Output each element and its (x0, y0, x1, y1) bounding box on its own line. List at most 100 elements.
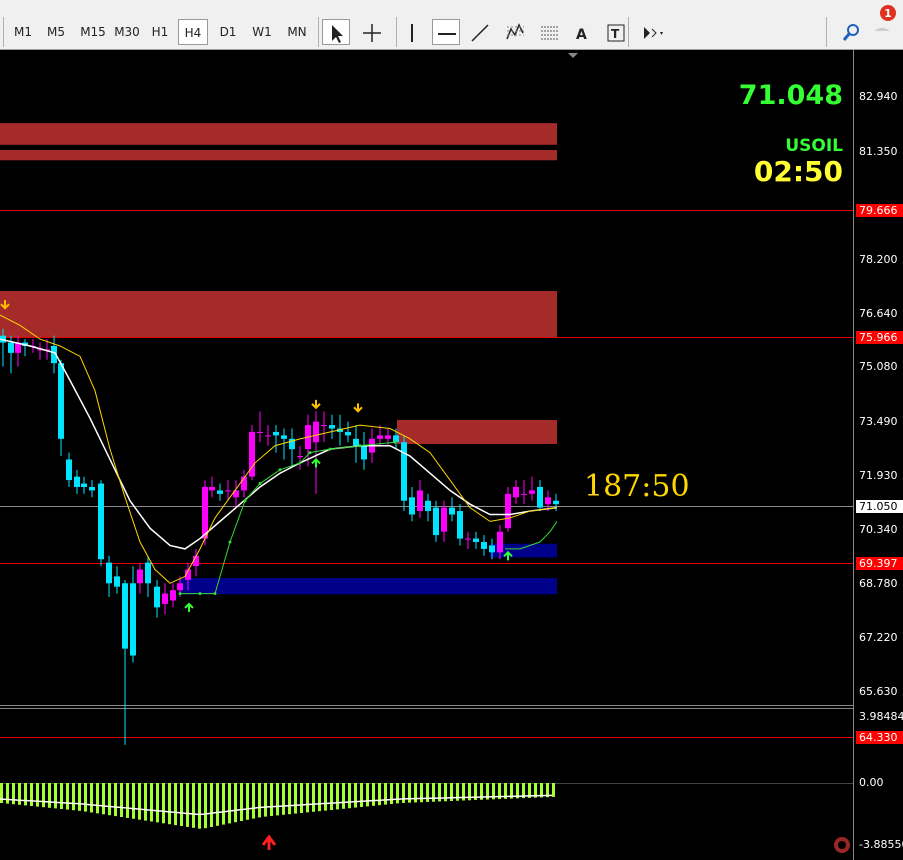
candle-body (433, 507, 439, 536)
histogram-bar (282, 783, 285, 815)
histogram-bar (372, 783, 375, 806)
histogram-bar (294, 783, 297, 814)
candle-body (145, 562, 151, 584)
level-price-tag: 69.397 (856, 557, 903, 570)
candle-body (505, 493, 511, 529)
histogram-bar (12, 783, 15, 805)
toolbar-separator (3, 17, 4, 47)
timeframe-w1-button[interactable]: W1 (248, 19, 276, 45)
candle-body (74, 476, 80, 487)
oscillator-axis-label: 0.00 (859, 776, 884, 789)
candle-body (537, 486, 543, 508)
candle-body (137, 569, 143, 584)
candle-body (361, 445, 367, 460)
histogram-bar (180, 783, 183, 826)
histogram-bar (186, 783, 189, 827)
histogram-bar (246, 783, 249, 820)
trendline-icon[interactable] (466, 19, 494, 45)
histogram-bar (312, 783, 315, 812)
candle-body (553, 500, 559, 505)
histogram-bar (390, 783, 393, 804)
candle-body (217, 490, 223, 494)
level-price-tag: 75.966 (856, 331, 903, 344)
timeframe-h1-button[interactable]: H1 (146, 19, 174, 45)
horizontal-line-icon[interactable] (432, 19, 460, 45)
candle-body (425, 500, 431, 512)
histogram-bar (264, 783, 267, 817)
timeframe-m30-button[interactable]: M30 (111, 19, 143, 45)
histogram-bar (156, 783, 159, 823)
candle-body (297, 456, 303, 458)
text-label-icon[interactable]: T (602, 19, 630, 45)
price-axis-label: 70.340 (859, 523, 898, 537)
resistance-zone (0, 123, 557, 145)
histogram-bar (114, 783, 117, 817)
trailing-stop-dot (298, 461, 302, 465)
toolbar-separator (826, 17, 827, 47)
histogram-bar (48, 783, 51, 808)
histogram-bar (252, 783, 255, 819)
candle-body (313, 421, 319, 443)
candle-body (441, 507, 447, 532)
search-icon[interactable] (838, 19, 866, 45)
histogram-bar (318, 783, 321, 812)
candle-body (353, 438, 359, 446)
candle-body (321, 425, 327, 427)
candle-body (98, 483, 104, 560)
histogram-bar (354, 783, 357, 808)
cursor-icon[interactable] (322, 19, 350, 45)
histogram-bar (6, 783, 9, 804)
candle-body (89, 486, 95, 491)
candle-body (457, 511, 463, 539)
trailing-stop-dot (228, 540, 232, 544)
oscillator-axis-label: 3.98484 (859, 710, 903, 723)
text-icon[interactable]: A (568, 19, 596, 45)
candle (249, 425, 255, 481)
timeframe-d1-button[interactable]: D1 (214, 19, 242, 45)
candle (401, 435, 407, 512)
candle-body (385, 435, 391, 439)
histogram-bar (228, 783, 231, 824)
notifications-icon[interactable]: 1 (870, 5, 898, 45)
histogram-bar (42, 783, 45, 808)
trailing-stop-dot (278, 468, 282, 472)
histogram-bar (240, 783, 243, 821)
svg-text:T: T (611, 27, 620, 41)
histogram-bar (330, 783, 333, 810)
elliott-icon[interactable] (502, 19, 530, 45)
price-axis-label: 81.350 (859, 144, 898, 158)
histogram-bar (276, 783, 279, 816)
histogram-bar (54, 783, 57, 809)
timeframe-h4-button[interactable]: H4 (178, 19, 208, 45)
candle-body (281, 435, 287, 439)
candle-body (66, 459, 72, 481)
toolbar: M1 M5 M15 M30 H1 H4 D1 W1 MN A T 1 (0, 0, 903, 50)
price-axis-label: 68.780 (859, 576, 898, 590)
resistance-zone (397, 419, 557, 444)
candle-body (257, 431, 263, 433)
candle-body (529, 490, 535, 494)
trailing-stop-dot (213, 592, 217, 596)
price-axis-label: 76.640 (859, 306, 898, 320)
oscillator-axis-label: -3.88550 (859, 838, 903, 851)
shapes-icon[interactable] (638, 19, 666, 45)
timeframe-m15-button[interactable]: M15 (77, 19, 109, 45)
candle-body (170, 590, 176, 601)
candle-body (225, 490, 231, 492)
candle-body (273, 431, 279, 436)
timeframe-mn-button[interactable]: MN (282, 19, 312, 45)
timeframe-m5-button[interactable]: M5 (41, 19, 71, 45)
trailing-stop-dot (393, 440, 397, 444)
candle-body (497, 531, 503, 553)
vertical-line-icon[interactable] (398, 19, 426, 45)
histogram-bar (60, 783, 63, 809)
current-price-tag: 71.050 (856, 500, 903, 513)
histogram-bar (30, 783, 33, 806)
candle-body (154, 586, 160, 608)
histogram-bar (162, 783, 165, 824)
fibonacci-icon[interactable] (536, 19, 564, 45)
trailing-stop-dot (258, 482, 262, 486)
crosshair-icon[interactable] (358, 19, 386, 45)
timeframe-m1-button[interactable]: M1 (8, 19, 38, 45)
histogram-bar (102, 783, 105, 815)
